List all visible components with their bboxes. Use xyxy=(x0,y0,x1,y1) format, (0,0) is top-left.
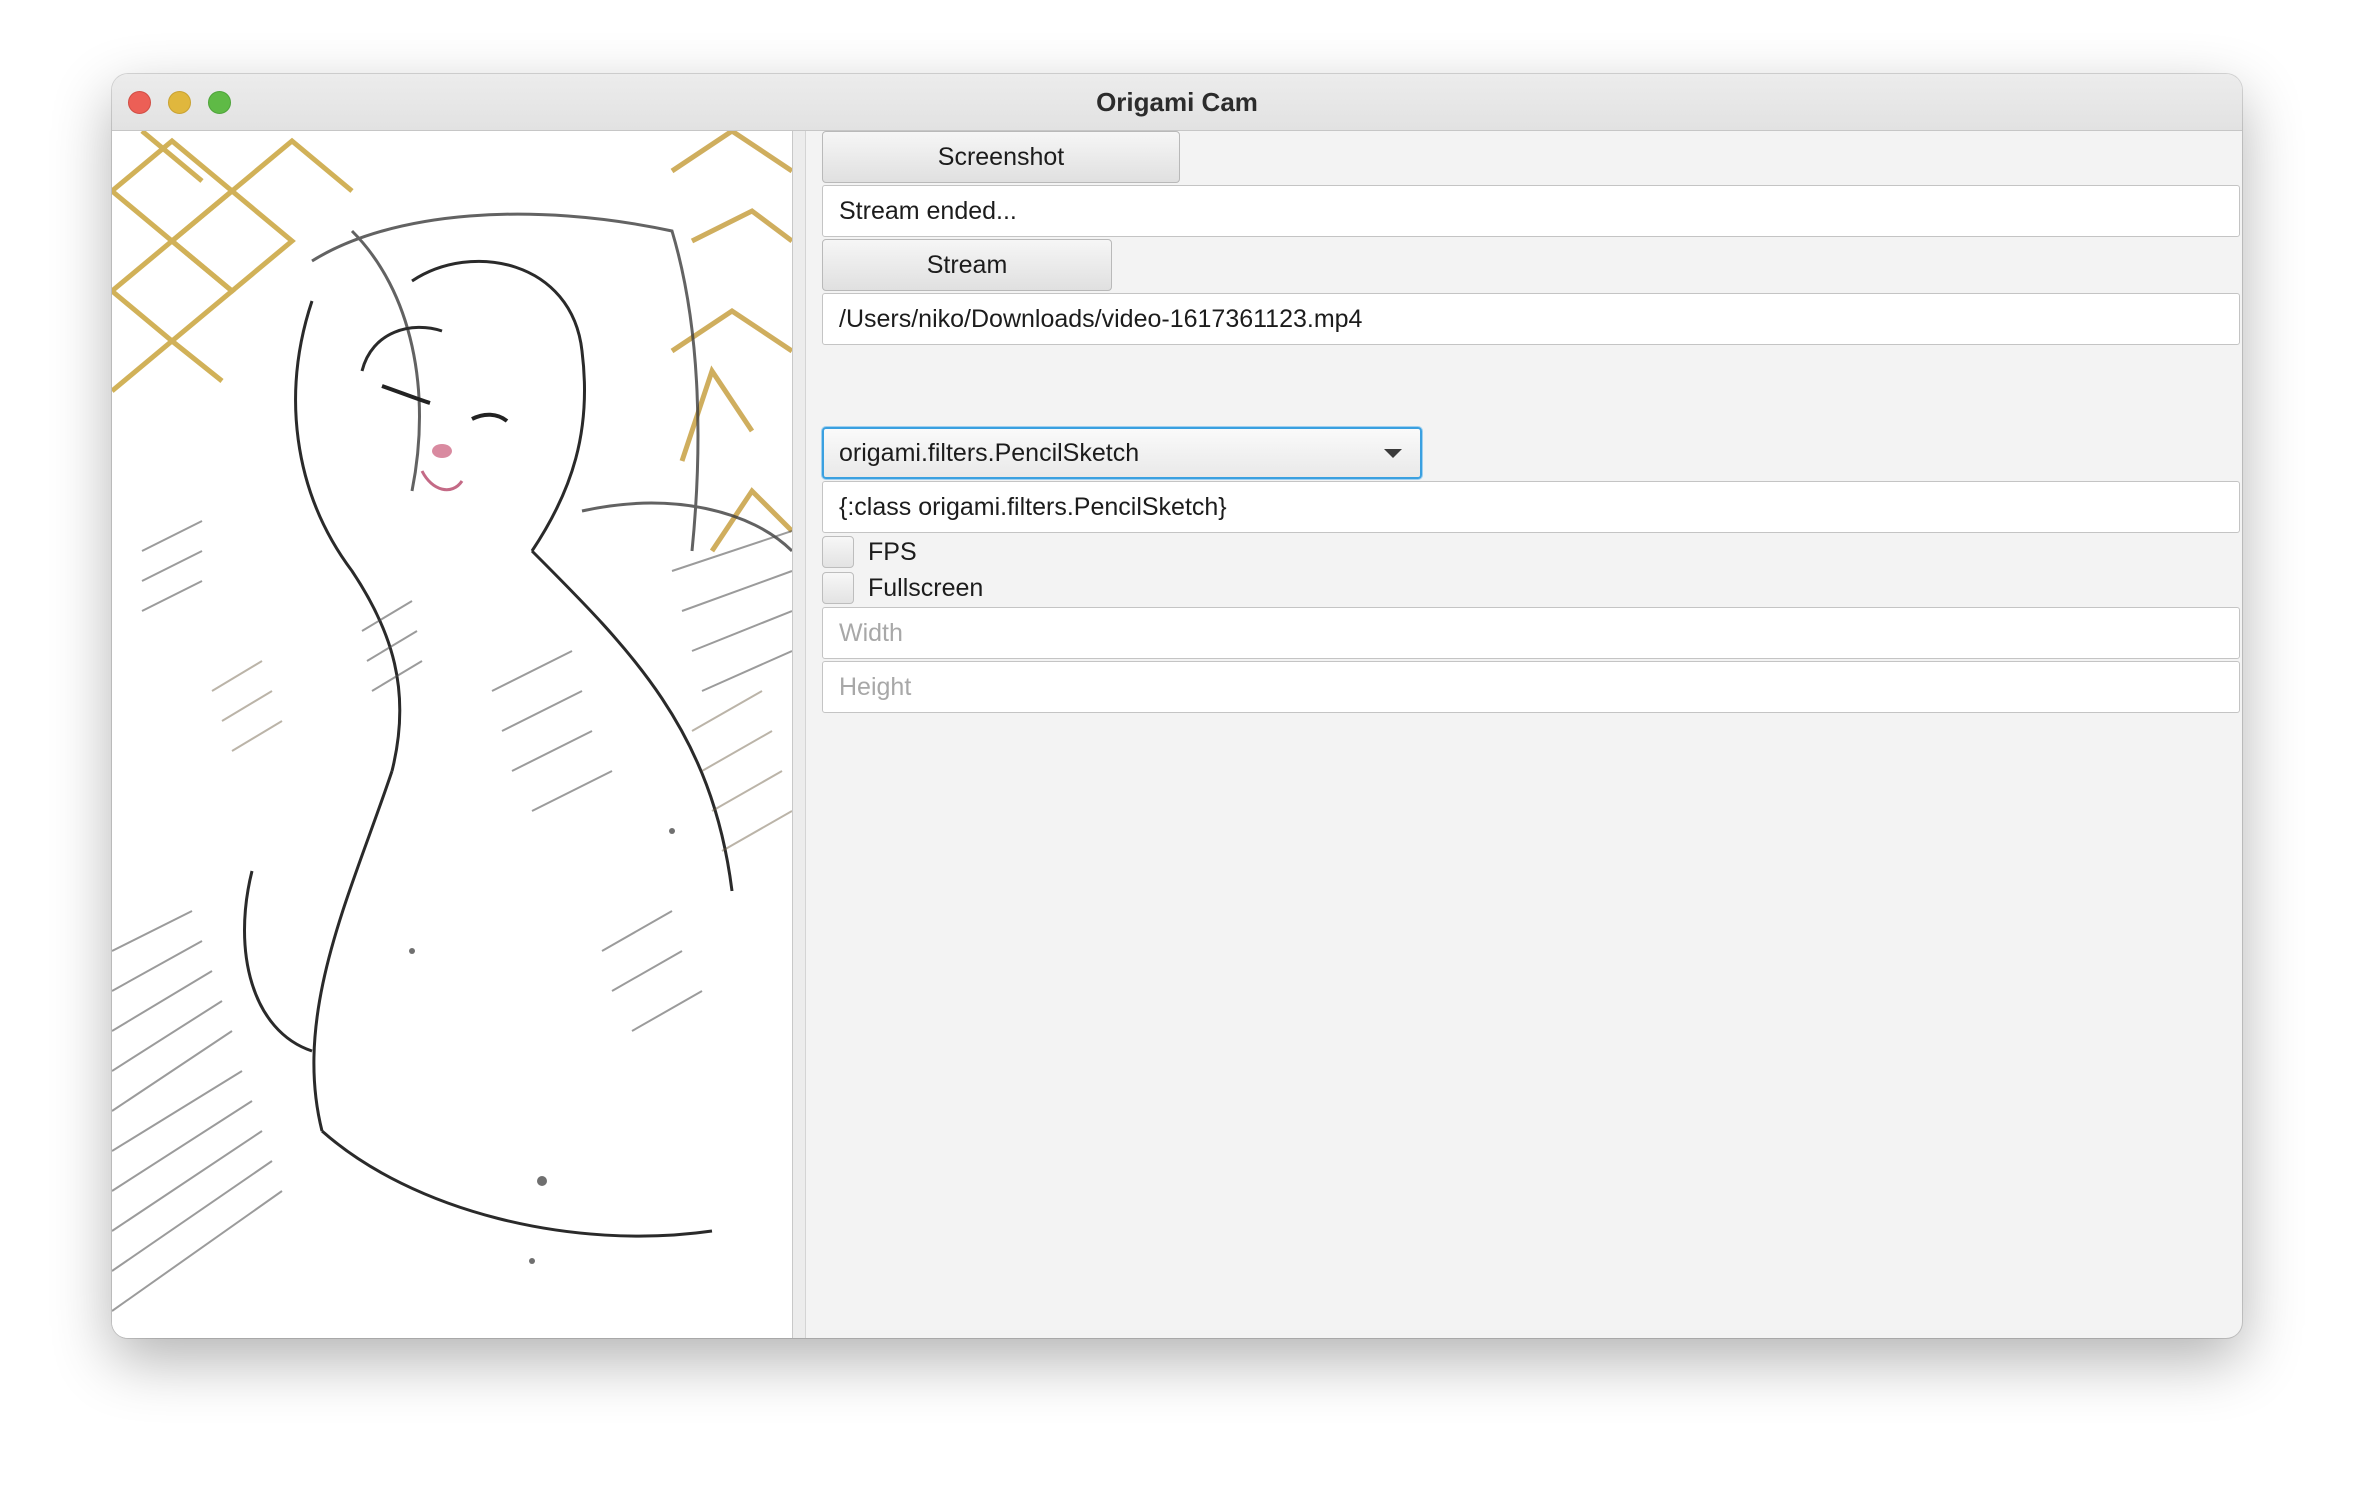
source-path-field[interactable]: /Users/niko/Downloads/video-1617361123.m… xyxy=(822,293,2240,345)
stream-button[interactable]: Stream xyxy=(822,239,1112,291)
app-window: Origami Cam Screenshot Stream ended... S… xyxy=(112,74,2242,1338)
controls-panel: Screenshot Stream ended... Stream /Users… xyxy=(806,131,2242,1338)
filter-config-field[interactable]: {:class origami.filters.PencilSketch} xyxy=(822,481,2240,533)
fullscreen-label: Fullscreen xyxy=(868,574,984,602)
screenshot-button[interactable]: Screenshot xyxy=(822,131,1180,183)
chevron-down-icon xyxy=(1384,449,1402,458)
fps-label: FPS xyxy=(868,538,917,566)
title-bar[interactable]: Origami Cam xyxy=(112,74,2242,131)
split-pane-divider[interactable] xyxy=(792,131,806,1338)
width-input[interactable]: Width xyxy=(822,607,2240,659)
height-input[interactable]: Height xyxy=(822,661,2240,713)
pencil-sketch-cat-image xyxy=(112,131,792,1338)
status-field[interactable]: Stream ended... xyxy=(822,185,2240,237)
fullscreen-checkbox[interactable] xyxy=(822,572,854,604)
fps-checkbox[interactable] xyxy=(822,536,854,568)
filter-select-value: origami.filters.PencilSketch xyxy=(839,439,1140,467)
video-preview xyxy=(112,131,792,1338)
filter-select[interactable]: origami.filters.PencilSketch xyxy=(822,427,1422,479)
window-title: Origami Cam xyxy=(1096,87,1258,117)
